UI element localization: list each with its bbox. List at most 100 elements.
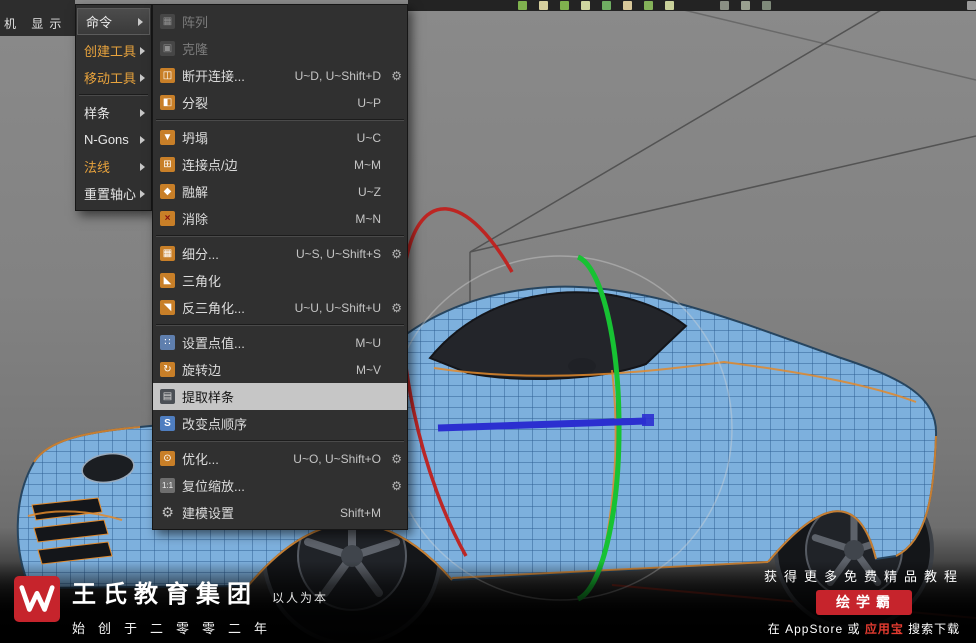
gear-icon[interactable]: ⚙ — [388, 247, 402, 261]
gear-icon[interactable]: ⚙ — [388, 69, 402, 83]
toolbar-icon[interactable] — [665, 1, 674, 10]
menu-item-label: 坍塌 — [182, 131, 209, 146]
menu-item-shortcut: M~M — [354, 157, 381, 172]
disconnect-icon: ◫ — [160, 68, 175, 83]
menu-item-label: 消除 — [182, 212, 209, 227]
triangulate-icon: ◣ — [160, 273, 175, 288]
menuitem-collapse[interactable]: ▼ 坍塌 U~C — [153, 124, 407, 151]
menuitem-connect-points-edges[interactable]: ⊞ 连接点/边 M~M — [153, 151, 407, 178]
menu-separator — [156, 440, 404, 442]
menu-item-label: N-Gons — [84, 132, 129, 147]
submenu-arrow-icon — [140, 73, 145, 82]
connect-points-icon: ⊞ — [160, 157, 175, 172]
gear-icon[interactable]: ⚙ — [388, 452, 402, 466]
menuitem-untriangulate[interactable]: ◥ 反三角化... U~U, U~Shift+U ⚙ — [153, 294, 407, 321]
toolbar-icon[interactable] — [720, 1, 729, 10]
front-grille — [31, 497, 113, 565]
menu-separator — [156, 324, 404, 326]
menu-item-shortcut: U~P — [357, 95, 381, 110]
submenu-arrow-icon — [140, 189, 145, 198]
application-window: 机 显示 命令 创建工具 移动工具 样条 N-Gons 法线 重置轴心 ▦ 阵列… — [0, 0, 976, 643]
brand-text: 王氏教育集团 以人为本 始创于二零零二年 — [72, 574, 328, 637]
toolbar-icon[interactable] — [518, 1, 527, 10]
menu-item-shortcut: M~U — [355, 335, 381, 350]
menu-item-label: 阵列 — [182, 15, 209, 30]
menuitem-subdivide[interactable]: ▦ 细分... U~S, U~Shift+S ⚙ — [153, 240, 407, 267]
menu-item-label: 反三角化... — [182, 301, 245, 316]
toolbar-icon[interactable] — [581, 1, 590, 10]
menuitem-disconnect[interactable]: ◫ 断开连接... U~D, U~Shift+D ⚙ — [153, 62, 407, 89]
menuitem-melt[interactable]: ◆ 融解 U~Z — [153, 178, 407, 205]
menu-separator — [156, 235, 404, 237]
set-point-value-icon: ∷ — [160, 335, 175, 350]
menu-item-label: 旋转边 — [182, 363, 222, 378]
menu-item-label: 法线 — [84, 160, 111, 175]
menuitem-move-tools[interactable]: 移动工具 — [76, 64, 151, 91]
brand-banner: 王氏教育集团 以人为本 始创于二零零二年 — [14, 574, 328, 637]
menu-item-shortcut: M~V — [355, 362, 381, 377]
huixueba-badge[interactable]: 绘学霸 — [815, 590, 912, 615]
menuitem-spline[interactable]: 样条 — [76, 99, 151, 126]
menu-item-label: 样条 — [84, 106, 111, 121]
subdivide-icon: ▦ — [160, 246, 175, 261]
mesh-menu: 命令 创建工具 移动工具 样条 N-Gons 法线 重置轴心 — [75, 4, 152, 211]
menuitem-reset-scale[interactable]: 1:1 复位缩放... ⚙ — [153, 472, 407, 499]
menuitem-array[interactable]: ▦ 阵列 — [153, 8, 407, 35]
axis-handle-blue[interactable] — [642, 414, 654, 426]
menuitem-extract-spline[interactable]: ▤ 提取样条 — [153, 383, 407, 410]
promo-download-post: 搜索下载 — [903, 622, 961, 636]
submenu-arrow-icon — [140, 162, 145, 171]
menuitem-split[interactable]: ◧ 分裂 U~P — [153, 89, 407, 116]
menuitem-normals[interactable]: 法线 — [76, 153, 151, 180]
menuitem-create-tools[interactable]: 创建工具 — [76, 37, 151, 64]
menuitem-dissolve[interactable]: × 消除 M~N — [153, 205, 407, 232]
menu-item-label: 分裂 — [182, 96, 209, 111]
toolbar-icon[interactable] — [644, 1, 653, 10]
toolbar-icon[interactable] — [623, 1, 632, 10]
gear-icon[interactable]: ⚙ — [388, 479, 402, 493]
company-founded: 始创于二零零二年 — [72, 621, 281, 636]
menuitem-clone[interactable]: ▣ 克隆 — [153, 35, 407, 62]
company-slogan: 以人为本 — [272, 591, 329, 605]
menu-item-shortcut: U~S, U~Shift+S — [295, 246, 381, 261]
optimize-icon: ⊙ — [160, 451, 175, 466]
menuitem-ngons[interactable]: N-Gons — [76, 126, 151, 153]
toolbar-icon[interactable] — [602, 1, 611, 10]
promo-download-hint: 在 AppStore 或 应用宝 搜索下载 — [768, 620, 960, 637]
menuitem-set-point-value[interactable]: ∷ 设置点值... M~U — [153, 329, 407, 356]
viewport-menu-fragment[interactable]: 机 显示 — [0, 0, 75, 36]
menuitem-reset-axis[interactable]: 重置轴心 — [76, 180, 151, 207]
promo-download-pre: 在 AppStore 或 — [767, 622, 865, 636]
toolbar-icon[interactable] — [560, 1, 569, 10]
menu-item-label: 创建工具 — [84, 44, 137, 59]
top-toolbar — [408, 0, 976, 11]
toolbar-icon[interactable] — [741, 1, 750, 10]
extract-spline-icon: ▤ — [160, 389, 175, 404]
toolbar-icon[interactable] — [539, 1, 548, 10]
menuitem-change-point-order[interactable]: S 改变点顺序 — [153, 410, 407, 437]
modeling-settings-icon: ⚙ — [161, 504, 174, 520]
viewport-menu-label: 机 显示 — [4, 17, 68, 31]
menuitem-modeling-settings[interactable]: ⚙ 建模设置 Shift+M — [153, 499, 407, 526]
menuitem-commands[interactable]: 命令 — [77, 8, 150, 35]
menu-item-label: 优化... — [182, 452, 219, 467]
toolbar-icon[interactable] — [762, 1, 771, 10]
menu-item-label: 重置轴心 — [84, 187, 137, 202]
menu-item-shortcut: U~U, U~Shift+U — [294, 300, 381, 315]
clone-icon: ▣ — [160, 41, 175, 56]
melt-icon: ◆ — [160, 184, 175, 199]
menu-item-label: 移动工具 — [84, 71, 137, 86]
promo-headline: 获得更多免费精品教程 — [763, 569, 964, 584]
menu-item-label: 三角化 — [182, 274, 222, 289]
menuitem-rotate-edge[interactable]: ↻ 旋转边 M~V — [153, 356, 407, 383]
backdrop-lines — [469, 0, 976, 332]
menuitem-triangulate[interactable]: ◣ 三角化 — [153, 267, 407, 294]
menu-separator — [156, 119, 404, 121]
collapse-icon: ▼ — [160, 130, 175, 145]
gear-icon[interactable]: ⚙ — [388, 301, 402, 315]
menu-item-shortcut: M~N — [355, 211, 381, 226]
untriangulate-icon: ◥ — [160, 300, 175, 315]
menuitem-optimize[interactable]: ⊙ 优化... U~O, U~Shift+O ⚙ — [153, 445, 407, 472]
toolbar-icon[interactable] — [967, 1, 976, 10]
menu-item-shortcut: Shift+M — [339, 505, 381, 520]
